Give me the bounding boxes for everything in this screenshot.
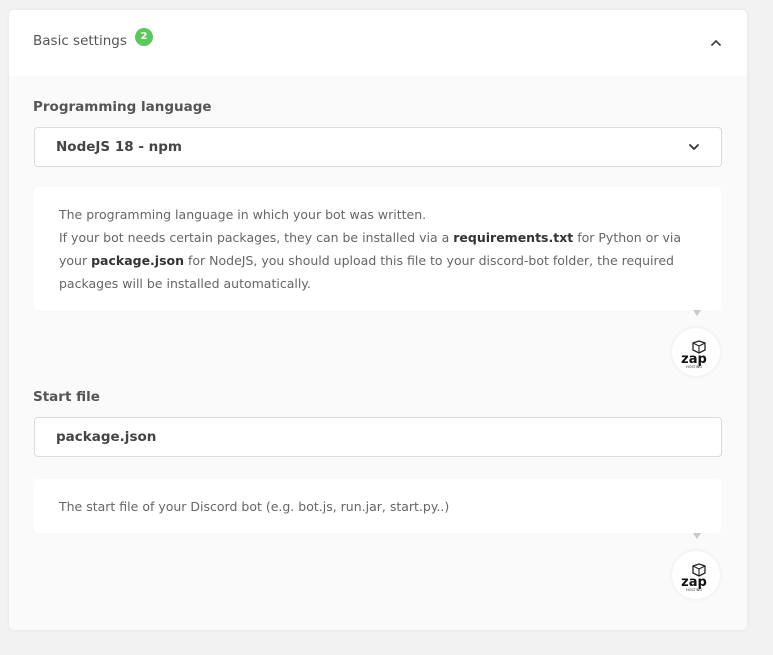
logo-subtext: HOSTING	[686, 588, 702, 592]
programming-language-select[interactable]: NodeJS 18 - npm	[34, 127, 722, 167]
zap-logo-icon: zap HOSTING	[681, 340, 707, 369]
package-file-name: package.json	[91, 253, 185, 268]
chevron-up-icon[interactable]	[709, 36, 723, 50]
start-file-label: Start file	[33, 389, 100, 405]
selected-language: NodeJS 18 - npm	[56, 139, 182, 155]
help-line-2-pre: If your bot needs certain packages, they…	[59, 230, 454, 245]
card-header[interactable]: Basic settings 2	[9, 10, 747, 76]
card-title: Basic settings	[33, 33, 127, 49]
start-file-help-text: The start file of your Discord bot (e.g.…	[59, 499, 450, 514]
zap-hosting-logo[interactable]: zap HOSTING	[672, 328, 720, 376]
caret-down-icon	[693, 533, 701, 539]
basic-settings-card: Basic settings 2 Programming language No…	[9, 10, 747, 630]
start-file-help-box: The start file of your Discord bot (e.g.…	[34, 479, 721, 533]
caret-down-icon	[693, 310, 701, 316]
programming-language-label: Programming language	[33, 99, 212, 115]
chevron-down-icon	[689, 144, 699, 150]
requirements-file-name: requirements.txt	[453, 230, 574, 245]
zap-logo-icon: zap HOSTING	[681, 563, 707, 592]
start-file-input[interactable]	[35, 418, 721, 456]
language-help-box: The programming language in which your b…	[34, 187, 721, 310]
help-line-1: The programming language in which your b…	[59, 207, 427, 222]
start-file-field[interactable]	[34, 417, 722, 457]
language-help-text: The programming language in which your b…	[59, 203, 704, 295]
zap-hosting-logo[interactable]: zap HOSTING	[672, 551, 720, 599]
logo-subtext: HOSTING	[686, 365, 702, 369]
count-badge: 2	[135, 28, 153, 46]
